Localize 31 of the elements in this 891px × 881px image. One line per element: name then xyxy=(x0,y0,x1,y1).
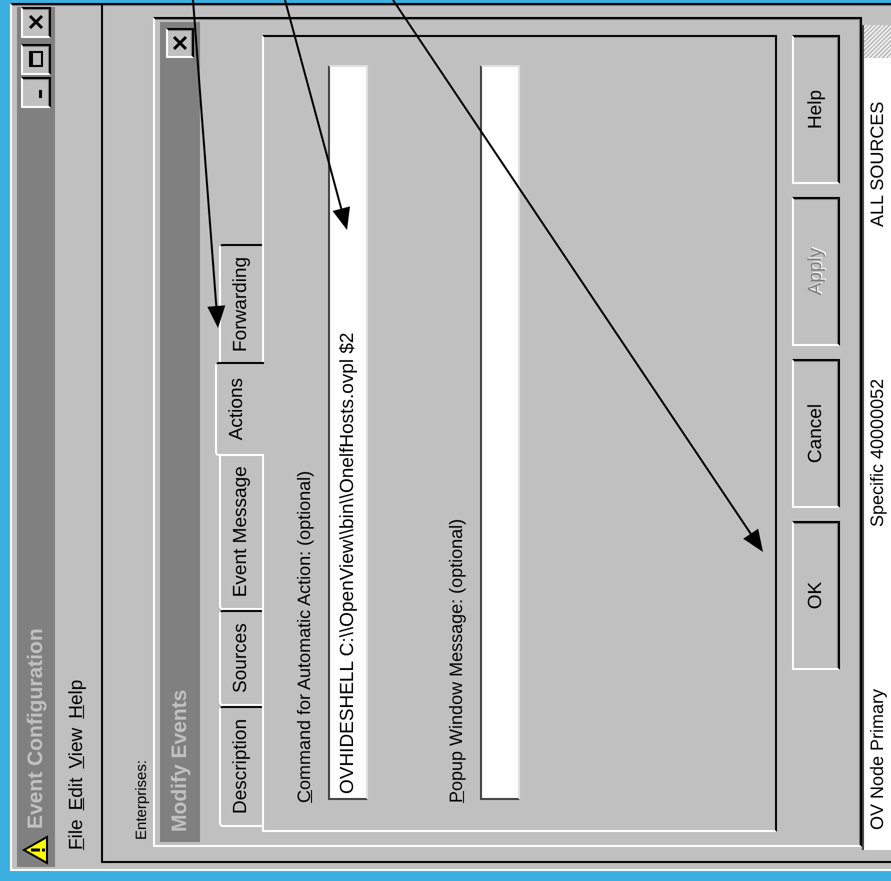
menu-item[interactable]: Edit xyxy=(63,778,90,810)
window-title: Event Configuration xyxy=(23,628,48,829)
close-icon xyxy=(29,14,43,30)
menu-item[interactable]: View xyxy=(63,728,90,769)
warning-icon xyxy=(22,835,50,865)
tab[interactable]: Sources xyxy=(219,610,262,706)
close-icon xyxy=(173,35,187,51)
maximize-button[interactable] xyxy=(21,44,51,75)
tab[interactable]: Actions xyxy=(215,362,264,456)
field-label: Command for Automatic Action: (optional) xyxy=(293,470,315,803)
menu-item[interactable]: File xyxy=(63,819,90,850)
tab[interactable]: Forwarding xyxy=(219,244,262,365)
field-label: Popup Window Message: (optional) xyxy=(445,518,467,803)
close-button[interactable] xyxy=(166,28,194,58)
tab[interactable]: Event Message xyxy=(219,453,262,610)
dialog-button[interactable]: Cancel xyxy=(792,359,840,508)
input-field[interactable] xyxy=(480,65,520,800)
menu-item[interactable]: Help xyxy=(63,680,90,719)
tab[interactable]: Description xyxy=(219,706,262,827)
enterprises-label: Enterprises: xyxy=(133,760,150,840)
table-cell-text: ALL SOURCES xyxy=(866,100,888,227)
table-cell-text: OV Node Primary xyxy=(866,688,888,832)
dialog-button[interactable]: Help xyxy=(792,35,840,184)
dialog-button[interactable]: OK xyxy=(792,521,840,670)
dialog-title: Modify Events xyxy=(167,690,192,832)
table-cell-text: Specific 40000052 xyxy=(866,378,888,527)
minimize-button[interactable] xyxy=(21,77,51,108)
close-button[interactable] xyxy=(21,7,51,38)
input-field[interactable]: OVHIDESHELL C:\\OpenView\\bin\\OnelfHosts.ovpl $2 xyxy=(328,65,368,800)
maximize-icon xyxy=(29,52,43,68)
minimize-icon xyxy=(39,90,42,98)
